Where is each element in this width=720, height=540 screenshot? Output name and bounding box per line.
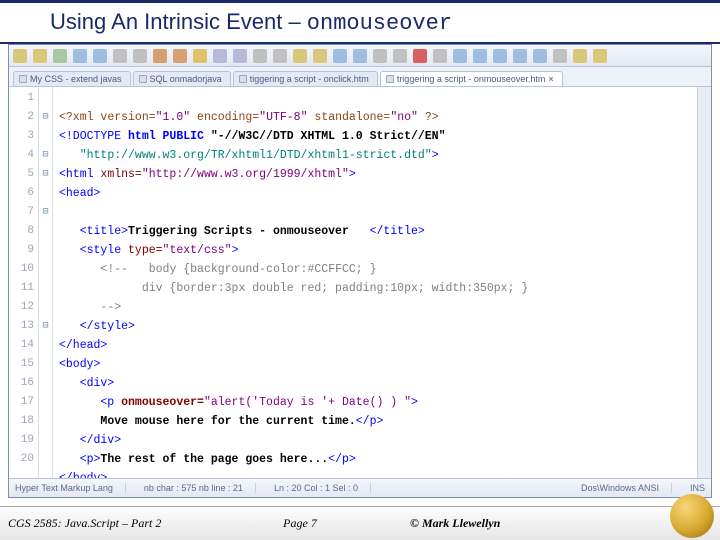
toolbar-icon[interactable] xyxy=(433,49,447,63)
tab-label: SQL onmadorjava xyxy=(150,74,222,84)
close-icon[interactable]: × xyxy=(548,74,553,84)
status-language: Hyper Text Markup Lang xyxy=(15,483,126,493)
file-icon xyxy=(19,75,27,83)
toolbar-icon[interactable] xyxy=(33,49,47,63)
title-prefix: Using An Intrinsic Event – xyxy=(50,9,307,34)
toolbar-icon[interactable] xyxy=(593,49,607,63)
toolbar-icon[interactable] xyxy=(153,49,167,63)
code-content: <?xml version="1.0" encoding="UTF-8" sta… xyxy=(53,87,697,478)
status-encoding: Dos\Windows ANSI xyxy=(581,483,672,493)
toolbar-icon[interactable] xyxy=(333,49,347,63)
vertical-scrollbar[interactable] xyxy=(697,87,711,478)
fold-column: ⊟ ⊟⊟ ⊟ ⊟ xyxy=(39,87,53,478)
toolbar-icon[interactable] xyxy=(493,49,507,63)
toolbar-icon[interactable] xyxy=(393,49,407,63)
toolbar-icon[interactable] xyxy=(473,49,487,63)
toolbar-icon[interactable] xyxy=(553,49,567,63)
footer-page: Page 7 xyxy=(220,516,380,531)
line-number-gutter: 1234567891011121314151617181920 xyxy=(9,87,39,478)
footer-author: © Mark Llewellyn xyxy=(380,516,720,531)
toolbar-icon[interactable] xyxy=(193,49,207,63)
toolbar-icon[interactable] xyxy=(133,49,147,63)
slide-footer: CGS 2585: Java.Script – Part 2 Page 7 © … xyxy=(0,506,720,540)
file-icon xyxy=(386,75,394,83)
toolbar-icon[interactable] xyxy=(533,49,547,63)
editor-tab[interactable]: SQL onmadorjava xyxy=(133,71,231,86)
tab-label: My CSS - extend javas xyxy=(30,74,122,84)
toolbar-icon[interactable] xyxy=(113,49,127,63)
toolbar-icon[interactable] xyxy=(173,49,187,63)
toolbar-icon[interactable] xyxy=(293,49,307,63)
toolbar-icon[interactable] xyxy=(353,49,367,63)
title-code: onmouseover xyxy=(307,11,452,36)
university-logo-icon xyxy=(670,494,714,538)
tab-label: tiggering a script - onclick.htm xyxy=(250,74,369,84)
toolbar-icon[interactable] xyxy=(453,49,467,63)
toolbar-icon[interactable] xyxy=(253,49,267,63)
code-editor: My CSS - extend javas SQL onmadorjava tigg… xyxy=(8,44,712,498)
editor-tab[interactable]: My CSS - extend javas xyxy=(13,71,131,86)
file-icon xyxy=(239,75,247,83)
toolbar-icon[interactable] xyxy=(273,49,287,63)
toolbar-icon[interactable] xyxy=(13,49,27,63)
slide-title: Using An Intrinsic Event – onmouseover xyxy=(0,0,720,44)
file-icon xyxy=(139,75,147,83)
editor-toolbar xyxy=(9,45,711,67)
toolbar-icon[interactable] xyxy=(513,49,527,63)
toolbar-icon[interactable] xyxy=(93,49,107,63)
toolbar-icon[interactable] xyxy=(413,49,427,63)
code-area: 1234567891011121314151617181920 ⊟ ⊟⊟ ⊟ ⊟… xyxy=(9,87,711,479)
editor-tab[interactable]: triggering a script - onmouseover.htm× xyxy=(380,71,563,86)
status-chars: nb char : 575 nb line : 21 xyxy=(144,483,256,493)
toolbar-icon[interactable] xyxy=(233,49,247,63)
status-position: Ln : 20 Col : 1 Sel : 0 xyxy=(274,483,371,493)
toolbar-icon[interactable] xyxy=(313,49,327,63)
toolbar-icon[interactable] xyxy=(573,49,587,63)
toolbar-icon[interactable] xyxy=(373,49,387,63)
editor-statusbar: Hyper Text Markup Lang nb char : 575 nb … xyxy=(9,479,711,497)
editor-tab[interactable]: tiggering a script - onclick.htm xyxy=(233,71,378,86)
toolbar-icon[interactable] xyxy=(53,49,67,63)
toolbar-icon[interactable] xyxy=(213,49,227,63)
footer-course: CGS 2585: Java.Script – Part 2 xyxy=(0,516,220,531)
editor-tabs: My CSS - extend javas SQL onmadorjava tigg… xyxy=(9,67,711,87)
toolbar-icon[interactable] xyxy=(73,49,87,63)
status-insert-mode: INS xyxy=(690,483,705,493)
tab-label: triggering a script - onmouseover.htm xyxy=(397,74,546,84)
